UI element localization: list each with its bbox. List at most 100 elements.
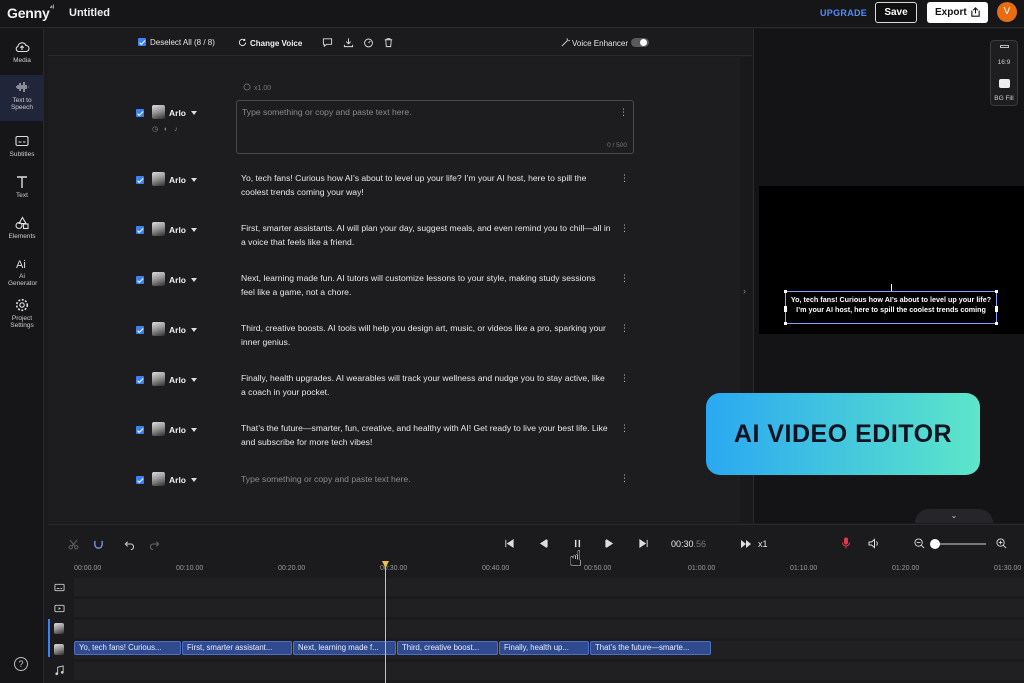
voice-avatar[interactable]	[152, 272, 165, 286]
row-menu-icon[interactable]: ⋮	[620, 174, 629, 183]
script-text[interactable]: Next, learning made fun. AI tutors will …	[241, 271, 611, 299]
avatar-track[interactable]	[74, 620, 1024, 638]
voice-avatar[interactable]	[152, 105, 165, 119]
script-text[interactable]: That’s the future—smarter, fun, creative…	[241, 421, 611, 449]
script-text[interactable]: First, smarter assistants. AI will plan …	[241, 221, 611, 249]
aspect-ratio-button[interactable]: 16:9	[991, 59, 1017, 66]
voice-avatar[interactable]	[152, 422, 165, 436]
row-checkbox[interactable]	[136, 476, 144, 484]
row-checkbox[interactable]	[136, 326, 144, 334]
row-checkbox[interactable]	[136, 226, 144, 234]
row-checkbox[interactable]	[136, 426, 144, 434]
subtitle-track[interactable]	[74, 578, 1024, 596]
row-tools[interactable]: ◷ ◐ ♪	[152, 125, 180, 133]
skip-end-icon[interactable]	[638, 538, 649, 549]
row-menu-icon[interactable]: ⋮	[620, 324, 629, 333]
step-back-icon[interactable]	[538, 538, 549, 549]
zoom-slider[interactable]	[934, 543, 986, 545]
sidebar-item-subtitles[interactable]: Subtitles	[0, 129, 44, 169]
sidebar-item-text[interactable]: Text	[0, 170, 44, 210]
volume-icon[interactable]	[868, 538, 880, 549]
redo-icon[interactable]	[149, 539, 160, 550]
chevron-down-icon[interactable]	[191, 111, 197, 115]
resize-handle[interactable]	[784, 290, 787, 293]
download-icon[interactable]	[343, 37, 354, 48]
app-logo[interactable]: Genny⁴ᴵ	[7, 5, 54, 21]
scissors-icon[interactable]	[68, 539, 79, 550]
expand-preview-tab[interactable]: ⌄	[915, 509, 993, 523]
bg-fill-button[interactable]: BG Fill	[991, 95, 1017, 102]
script-text[interactable]: Finally, health upgrades. AI wearables w…	[241, 371, 611, 399]
deselect-all-checkbox[interactable]: Deselect All (8 / 8)	[138, 38, 215, 47]
rotate-handle[interactable]	[891, 284, 892, 291]
zoom-out-icon[interactable]	[914, 538, 925, 549]
voice-name[interactable]: Arlo	[169, 108, 186, 118]
chevron-down-icon[interactable]	[191, 178, 197, 182]
playhead[interactable]	[385, 561, 386, 683]
time-ruler[interactable]: 00:00.00 00:10.00 00:20.00 00:30.00 00:4…	[74, 565, 1024, 577]
sidebar-item-ai-generator[interactable]: Ai Ai Generator	[0, 251, 44, 295]
row-menu-icon[interactable]: ⋮	[620, 224, 629, 233]
row-menu-icon[interactable]: ⋮	[620, 374, 629, 383]
change-voice-button[interactable]: Change Voice	[238, 38, 302, 48]
voice-avatar[interactable]	[152, 222, 165, 236]
speed-gauge-icon[interactable]	[363, 37, 374, 48]
comment-icon[interactable]	[322, 37, 333, 48]
chevron-down-icon[interactable]	[191, 478, 197, 482]
document-title[interactable]: Untitled	[69, 7, 110, 19]
playback-speed[interactable]: x1	[758, 539, 768, 549]
trash-icon[interactable]	[383, 37, 394, 48]
save-button[interactable]: Save	[875, 2, 917, 23]
upgrade-link[interactable]: UPGRADE	[820, 8, 867, 18]
chevron-down-icon[interactable]	[191, 228, 197, 232]
chevron-right-icon[interactable]: ›	[743, 286, 746, 296]
magnet-icon[interactable]	[93, 539, 104, 550]
fast-forward-icon[interactable]	[740, 539, 752, 549]
zoom-in-icon[interactable]	[996, 538, 1007, 549]
chevron-down-icon[interactable]	[191, 278, 197, 282]
sidebar-item-text-to-speech[interactable]: Text to Speech	[0, 75, 44, 121]
skip-start-icon[interactable]	[504, 538, 515, 549]
voice-clip[interactable]: Finally, health up...	[499, 641, 589, 655]
microphone-icon[interactable]	[841, 537, 851, 549]
voice-clip[interactable]: Yo, tech fans! Curious...	[74, 641, 181, 655]
sidebar-item-project-settings[interactable]: Project Settings	[0, 293, 44, 339]
script-text[interactable]: Third, creative boosts. AI tools will he…	[241, 321, 611, 349]
script-text-placeholder[interactable]: Type something or copy and paste text he…	[241, 472, 611, 486]
voice-avatar[interactable]	[152, 472, 165, 486]
voice-name[interactable]: Arlo	[169, 225, 186, 235]
voice-name[interactable]: Arlo	[169, 325, 186, 335]
voice-name[interactable]: Arlo	[169, 275, 186, 285]
caption-selection[interactable]: Yo, tech fans! Curious how AI’s about to…	[784, 284, 998, 325]
row-checkbox[interactable]	[136, 176, 144, 184]
voice-clip[interactable]: Next, learning made f...	[293, 641, 396, 655]
user-avatar[interactable]: V	[997, 2, 1017, 22]
voice-avatar[interactable]	[152, 372, 165, 386]
voice-clip[interactable]: Third, creative boost...	[397, 641, 498, 655]
chevron-down-icon[interactable]	[191, 378, 197, 382]
row-menu-icon[interactable]: ⋮	[620, 474, 629, 483]
voice-name[interactable]: Arlo	[169, 375, 186, 385]
row-checkbox[interactable]	[136, 276, 144, 284]
voice-avatar[interactable]	[152, 172, 165, 186]
sidebar-item-media[interactable]: Media	[0, 35, 44, 75]
script-text[interactable]: Yo, tech fans! Curious how AI’s about to…	[241, 171, 611, 199]
row-menu-icon[interactable]: ⋮	[619, 108, 628, 117]
row-menu-icon[interactable]: ⋮	[620, 274, 629, 283]
sidebar-item-elements[interactable]: Elements	[0, 211, 44, 251]
script-text-input[interactable]: Type something or copy and paste text he…	[236, 100, 634, 154]
voice-clip[interactable]: That’s the future—smarte...	[590, 641, 711, 655]
chevron-down-icon[interactable]	[191, 428, 197, 432]
zoom-slider-handle[interactable]	[930, 539, 940, 549]
voice-name[interactable]: Arlo	[169, 175, 186, 185]
resize-handle[interactable]	[995, 290, 998, 293]
row-checkbox[interactable]	[136, 109, 144, 117]
voice-name[interactable]: Arlo	[169, 425, 186, 435]
resize-handle[interactable]	[784, 322, 787, 325]
voice-name[interactable]: Arlo	[169, 475, 186, 485]
help-icon[interactable]: ?	[14, 657, 28, 671]
chevron-down-icon[interactable]	[191, 328, 197, 332]
row-menu-icon[interactable]: ⋮	[620, 424, 629, 433]
voice-clip[interactable]: First, smarter assistant...	[182, 641, 292, 655]
export-button[interactable]: Export	[927, 2, 988, 23]
